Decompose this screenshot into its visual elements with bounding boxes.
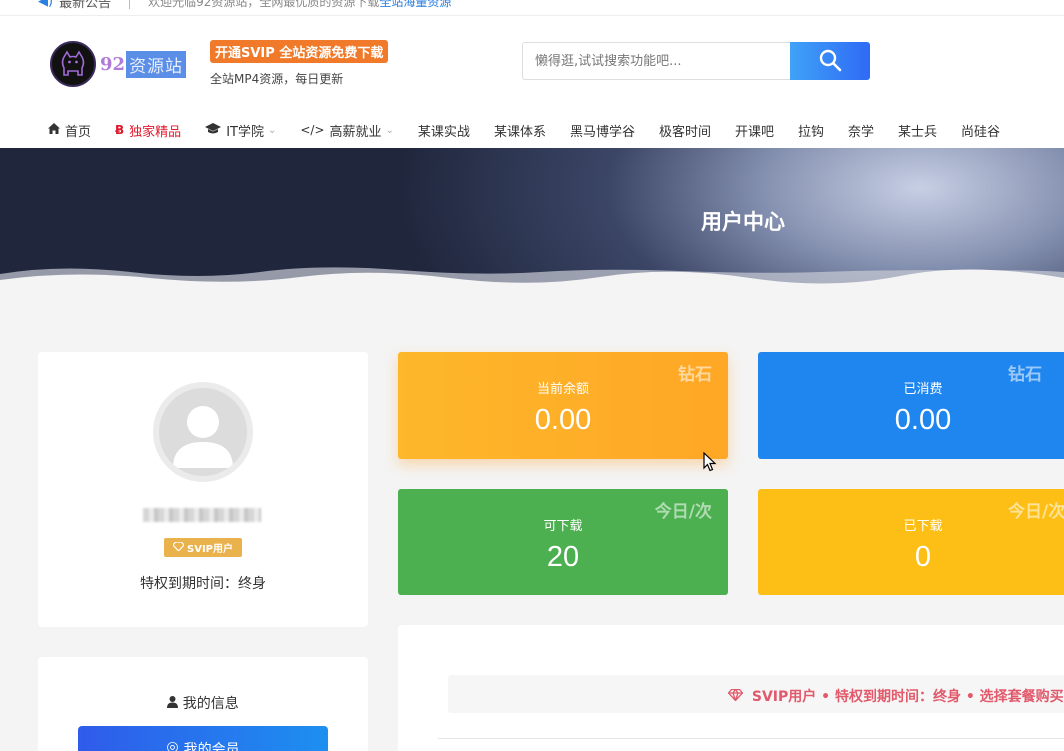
notice-divider [129, 0, 131, 9]
logo-text: 资源站 [126, 50, 187, 78]
nav-label: 某课体系 [493, 124, 546, 140]
site-header: 92 资源站 开通SVIP 全站资源免费下载 全站MP4资源，每日更新 首页 Ƀ… [0, 16, 1064, 148]
vip-status-text: SVIP用户 • 特权到期时间：终身 • 选择套餐购买 [727, 686, 1064, 706]
stat-downloaded-card[interactable]: 今日/次 已下载 0 [758, 489, 1064, 595]
nav-item-10[interactable]: 奈学 [848, 121, 874, 140]
nav-item-7[interactable]: 极客时间 [659, 121, 711, 140]
nav-label: 开课吧 [734, 124, 774, 140]
my-info-card: 我的信息 ◎ 我的会员 [38, 657, 368, 751]
stat-label: 可下载 [543, 519, 583, 534]
nav-label: 独家精品 [129, 124, 182, 140]
nav-item-5[interactable]: 某课体系 [494, 121, 546, 140]
nav-item-exclusive[interactable]: Ƀ 独家精品 [115, 121, 181, 140]
mouse-cursor-icon [703, 451, 717, 476]
user-icon [167, 696, 182, 712]
stat-consumed-card[interactable]: 钻石 已消费 0.00 [758, 352, 1064, 459]
promo-block: 开通SVIP 全站资源免费下载 全站MP4资源，每日更新 [210, 40, 389, 87]
megaphone-icon: ◀) [38, 0, 54, 9]
nav-item-high-salary[interactable]: </> 高薪就业 ⌄ [300, 121, 394, 140]
globe-icon: ◎ [166, 739, 179, 751]
search-icon [818, 48, 842, 75]
divider [438, 738, 1064, 739]
search-input[interactable] [522, 42, 790, 80]
nav-label: 极客时间 [658, 124, 711, 140]
notice-text: 欢迎光临92资源站，全网最优质的资源下载 [148, 0, 380, 9]
notice-link[interactable]: 全站海量资源 [379, 0, 451, 10]
notice-bar: ◀) 最新公告 欢迎光临92资源站，全网最优质的资源下载 全站海量资源 [0, 0, 1064, 16]
stat-downloadable-card[interactable]: 今日/次 可下载 20 [398, 489, 728, 595]
my-info-label: 我的信息 [182, 696, 239, 712]
search-bar [522, 42, 870, 80]
username-blurred [143, 508, 261, 522]
vip-badge: SVIP用户 [164, 538, 242, 557]
expire-text: 特权到期时间：终身 [140, 576, 266, 592]
my-membership-label: 我的会员 [183, 742, 240, 751]
nav-label: 奈学 [848, 124, 875, 140]
vip-badge-label: SVIP用户 [187, 544, 233, 555]
home-icon [48, 123, 60, 137]
stat-label: 当前余额 [536, 382, 589, 397]
diamond-icon [727, 688, 748, 705]
chevron-down-icon: ⌄ [267, 124, 277, 136]
stat-label: 已下载 [903, 519, 943, 534]
nav-item-11[interactable]: 某士兵 [898, 121, 937, 140]
nav-item-4[interactable]: 某课实战 [418, 121, 470, 140]
nav-item-9[interactable]: 拉钩 [798, 121, 824, 140]
nav-label: 首页 [65, 124, 92, 140]
nav-label: 尚硅谷 [961, 124, 1001, 140]
my-membership-button[interactable]: ◎ 我的会员 [78, 726, 328, 751]
search-button[interactable] [790, 42, 870, 80]
page-title: 用户中心 [701, 210, 785, 234]
nav-label: 拉钩 [798, 124, 825, 140]
main-content-card: SVIP用户 • 特权到期时间：终身 • 选择套餐购买 [398, 625, 1064, 751]
stat-value: 20 [546, 541, 580, 573]
nav-label: 黑马博学谷 [569, 124, 635, 140]
logo-number: 92 [100, 53, 126, 75]
stat-value: 0.00 [534, 404, 592, 436]
bitcoin-icon: Ƀ [115, 123, 125, 137]
nav-item-it-academy[interactable]: IT学院 ⌄ [205, 121, 276, 140]
promo-subtitle: 全站MP4资源，每日更新 [210, 72, 344, 86]
profile-card: SVIP用户 特权到期时间：终身 [38, 352, 368, 627]
nav-label: 高薪就业 [329, 124, 382, 140]
chevron-down-icon: ⌄ [385, 124, 394, 136]
banner-wave [0, 267, 1064, 290]
nav-label: 某课实战 [417, 124, 470, 140]
page-banner: 用户中心 [0, 148, 1064, 290]
nav-item-6[interactable]: 黑马博学谷 [570, 121, 635, 140]
svip-promo-badge[interactable]: 开通SVIP 全站资源免费下载 [210, 40, 389, 63]
stat-value: 0 [914, 541, 932, 573]
stat-label: 已消费 [903, 382, 943, 397]
stat-value: 0.00 [894, 404, 952, 436]
my-info-title: 我的信息 [38, 693, 368, 713]
nav-label: IT学院 [226, 124, 264, 140]
code-icon: </> [300, 123, 325, 137]
cat-logo-icon [50, 41, 96, 87]
stat-balance-card[interactable]: 钻石 当前余额 0.00 [398, 352, 728, 459]
vip-status-strip: SVIP用户 • 特权到期时间：终身 • 选择套餐购买 [448, 675, 1064, 713]
nav-item-12[interactable]: 尚硅谷 [961, 121, 1000, 140]
site-logo[interactable]: 92 资源站 [50, 40, 190, 88]
user-avatar-icon [173, 406, 233, 468]
main-nav: 首页 Ƀ 独家精品 IT学院 ⌄ </> 高薪就业 ⌄ 某课实战 某课体系 黑马… [48, 118, 1024, 142]
nav-item-8[interactable]: 开课吧 [735, 121, 774, 140]
graduation-cap-icon [205, 122, 222, 138]
avatar[interactable] [153, 382, 253, 482]
nav-item-home[interactable]: 首页 [48, 121, 91, 140]
diamond-icon [172, 540, 185, 554]
vip-status-label: SVIP用户 • 特权到期时间：终身 • 选择套餐购买 [751, 689, 1064, 705]
nav-label: 某士兵 [898, 124, 938, 140]
notice-label: 最新公告 [59, 0, 112, 11]
